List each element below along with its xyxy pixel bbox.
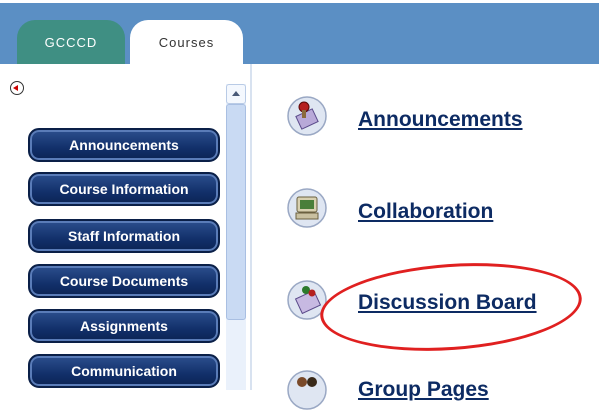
menu-button-assignments[interactable]: Assignments — [28, 309, 220, 343]
scroll-up-arrow-icon[interactable] — [226, 84, 246, 104]
menu-scrollbar-thumb[interactable] — [226, 104, 246, 320]
collaboration-link[interactable]: Collaboration — [358, 200, 493, 224]
group-pages-icon[interactable] — [286, 368, 328, 410]
announcements-link[interactable]: Announcements — [358, 108, 523, 132]
tab-courses[interactable]: Courses — [130, 20, 243, 64]
top-tab-bar: GCCCD Courses — [0, 0, 599, 64]
menu-button-course-information[interactable]: Course Information — [28, 172, 220, 206]
menu-button-course-documents[interactable]: Course Documents — [28, 264, 220, 298]
collapse-menu-icon[interactable] — [10, 81, 24, 95]
menu-button-communication[interactable]: Communication — [28, 354, 220, 388]
menu-button-staff-information[interactable]: Staff Information — [28, 219, 220, 253]
tab-gcccd[interactable]: GCCCD — [17, 20, 125, 64]
group-pages-link[interactable]: Group Pages — [358, 378, 489, 402]
menu-button-announcements[interactable]: Announcements — [28, 128, 220, 162]
announcements-icon[interactable] — [286, 94, 328, 136]
panel-divider — [250, 64, 252, 390]
collaboration-icon[interactable] — [286, 186, 328, 228]
highlight-circle-annotation — [317, 254, 585, 360]
